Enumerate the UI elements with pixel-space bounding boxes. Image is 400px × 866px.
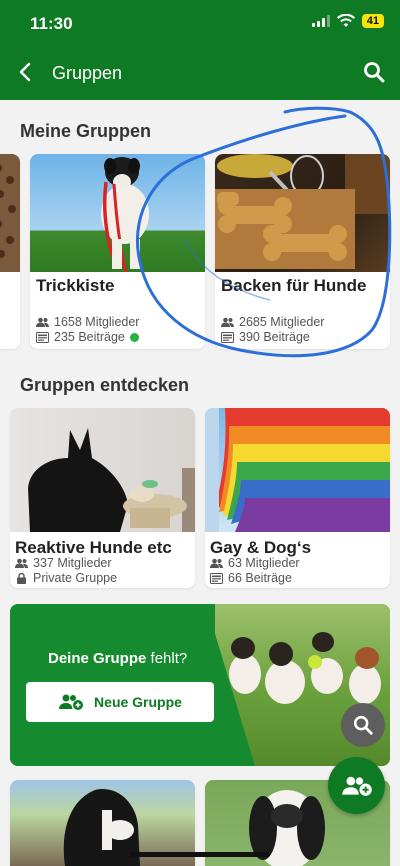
card-image [205,408,390,532]
group-name: Backen für Hunde [221,276,367,295]
search-icon [353,715,373,735]
page-title: Gruppen [52,63,123,83]
members-icon [221,317,234,327]
group-card-trickkiste[interactable]: Trickkiste 1658 Mitglieder 235 Beiträge [30,154,205,349]
my-groups-heading: Meine Gruppen [20,121,152,141]
group-name: Reaktive Hunde etc [15,538,172,557]
post-count: 235 Beiträge [36,330,139,344]
add-group-icon [341,776,372,796]
add-group-icon [59,694,84,710]
privacy-label: Private Gruppe [33,571,118,585]
home-indicator [130,852,270,857]
member-count: 2685 Mitglieder [221,315,324,329]
discover-heading: Gruppen entdecken [20,375,190,395]
add-group-fab[interactable] [328,757,385,814]
members-icon [15,558,28,568]
card-image [215,154,390,272]
member-count-label: 1658 Mitglieder [54,315,140,329]
post-count-label: 235 Beiträge [54,330,125,344]
posts-icon [221,331,234,343]
new-group-button-label: Neue Gruppe [94,694,182,710]
search-icon[interactable] [362,60,386,84]
group-card-backen-fuer-hunde[interactable]: Backen für Hunde 2685 Mitglieder 390 Bei… [215,154,390,349]
status-time: 11:30 [30,14,73,33]
new-group-button[interactable]: Neue Gruppe [26,682,214,722]
signal-icon [311,15,330,27]
members-icon [210,558,223,568]
back-arrow-icon[interactable] [14,60,38,84]
group-name: Gay & Dog‘s [210,538,312,557]
privacy-status: Private Gruppe [15,571,117,585]
banner-message-rest: fehlt? [146,650,188,667]
posts-icon [36,331,49,343]
online-dot [129,332,139,342]
post-count: 66 Beiträge [210,571,292,585]
members-icon [36,317,49,327]
member-count-label: 337 Mitglieder [33,556,112,570]
battery-indicator: 41 [361,14,384,28]
lock-icon [17,572,26,584]
member-count-label: 63 Mitglieder [228,556,300,570]
post-count-label: 66 Beiträge [228,571,292,585]
card-image [0,154,20,272]
member-count-label: 2685 Mitglieder [239,315,325,329]
posts-icon [210,572,223,584]
card-image [10,408,195,532]
banner-message: Deine Gruppe fehlt? [48,650,187,667]
banner-message-bold: Deine Gruppe [48,650,147,667]
group-card-gay-and-dogs[interactable]: Gay & Dog‘s 63 Mitglieder 66 Beiträge [205,408,390,588]
post-count: 390 Beiträge [221,330,310,344]
app-header: 11:30 41 Gruppen [0,0,400,100]
member-count: 63 Mitglieder [210,556,300,570]
group-card-reaktive-hunde[interactable]: Reaktive Hunde etc 337 Mitglieder Privat… [10,408,195,588]
group-card-partial[interactable] [0,154,20,349]
create-group-banner: Deine Gruppe fehlt? Neue Gruppe [10,604,390,766]
search-fab[interactable] [341,703,385,747]
member-count: 1658 Mitglieder [36,315,139,329]
wifi-icon [336,14,355,27]
member-count: 337 Mitglieder [15,556,112,570]
card-image [30,154,205,273]
group-name: Trickkiste [36,276,115,295]
status-icons: 41 [311,14,384,28]
post-count-label: 390 Beiträge [239,330,310,344]
